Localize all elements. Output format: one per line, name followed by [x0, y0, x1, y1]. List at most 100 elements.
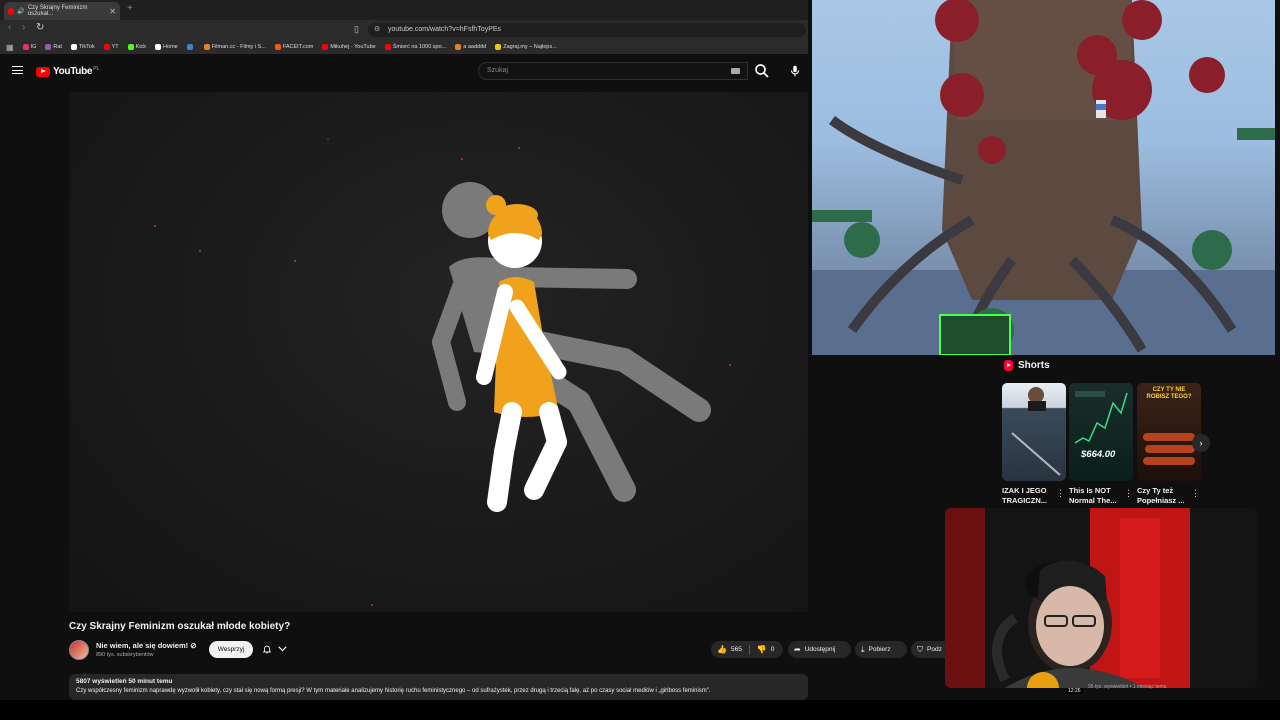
download-button[interactable]: ⤓ Pobierz: [855, 641, 907, 658]
shorts-next-icon[interactable]: ›: [1192, 434, 1210, 452]
new-tab-icon[interactable]: +: [127, 3, 133, 14]
dislike-icon[interactable]: 👎: [757, 645, 767, 654]
more-vert-icon[interactable]: ⋮: [1124, 488, 1133, 499]
support-button[interactable]: Wesprzyj: [209, 641, 253, 658]
short-thumbnail[interactable]: $664.00: [1069, 383, 1133, 481]
short-art: [1074, 391, 1128, 444]
bookmark-favicon-icon: [274, 44, 281, 50]
thanks-icon: ⛉: [917, 644, 923, 654]
video-title: Czy Skrajny Feminizm oszukał młode kobie…: [69, 621, 291, 632]
keyboard-icon[interactable]: [731, 68, 740, 74]
bookmark-label: a aadddd: [463, 44, 487, 50]
bell-icon[interactable]: [262, 643, 272, 655]
video-duration-badge: 12:26: [1066, 688, 1083, 694]
description-box[interactable]: [69, 674, 808, 700]
short-thumbnail[interactable]: [1002, 383, 1066, 481]
bookmark-item[interactable]: [186, 44, 195, 50]
bookmark-label: Śmierć na 1000 spo...: [392, 44, 447, 50]
browser-tab-bar: [0, 0, 808, 20]
logo-region: PL: [93, 65, 100, 72]
bookmark-item[interactable]: Filman.cc - Filmy i S...: [203, 44, 266, 50]
bookmark-label: Mikuhej - YouTube: [330, 44, 376, 50]
more-vert-icon[interactable]: ⋮: [1191, 488, 1200, 499]
close-tab-icon[interactable]: ✕: [109, 7, 116, 16]
share-icon: ➦: [794, 645, 801, 654]
short-title[interactable]: This Is NOT Normal The...: [1069, 486, 1125, 506]
bookmark-favicon-icon: [384, 44, 391, 50]
bookmark-favicon-icon: [186, 44, 193, 50]
bookmark-item[interactable]: Mikuhej - YouTube: [322, 44, 376, 50]
video-player[interactable]: [69, 92, 808, 612]
bookmark-favicon-icon: [495, 44, 502, 50]
dislike-count[interactable]: 0: [771, 646, 775, 653]
audio-icon: 🔊: [17, 8, 25, 15]
youtube-play-logo-icon: [36, 66, 50, 77]
bookmark-item[interactable]: YT: [103, 44, 119, 50]
bookmark-label: IG: [30, 44, 37, 50]
bookmark-label: TikTok: [78, 44, 95, 50]
share-button[interactable]: ➦ Udostępnij: [788, 641, 851, 658]
short-overlay-text: $664.00: [1081, 449, 1116, 460]
download-icon: ⤓: [861, 644, 865, 654]
like-dislike-group: 👍 565 👎 0: [711, 641, 783, 658]
bookmark-star-icon[interactable]: ▯: [354, 24, 359, 35]
bookmark-label: Home: [163, 44, 178, 50]
browser-tab[interactable]: 🔊 Czy Skrajny Feminizm oszukał... ✕: [4, 2, 120, 20]
menu-icon[interactable]: [12, 66, 23, 74]
channel-avatar[interactable]: [69, 640, 89, 660]
bookmark-item[interactable]: TikTok: [70, 44, 95, 50]
bottom-bar: [0, 700, 1280, 720]
bookmark-item[interactable]: Home: [155, 44, 178, 50]
bookmark-favicon-icon: [455, 44, 462, 50]
bookmark-item[interactable]: a aadddd: [455, 44, 486, 50]
bookmark-label: Zagraj.my – Najleps...: [503, 44, 557, 50]
bookmark-label: FACEIT.com: [282, 44, 314, 50]
youtube-favicon-icon: [8, 7, 15, 15]
bookmark-item[interactable]: IG: [22, 44, 37, 50]
subscriber-count: 890 tys. subskrybentów: [96, 652, 154, 658]
more-vert-icon[interactable]: ⋮: [1056, 488, 1065, 499]
thanks-label: Podz: [927, 646, 942, 653]
forward-icon[interactable]: ›: [22, 22, 25, 33]
webcam-overlay: [945, 508, 1257, 688]
like-count[interactable]: 565: [731, 646, 742, 653]
youtube-logo[interactable]: YouTube PL: [36, 66, 99, 77]
short-art: [1011, 387, 1061, 476]
bookmark-item[interactable]: FACEIT.com: [274, 44, 314, 50]
bookmark-item[interactable]: Śmierć na 1000 spo...: [384, 44, 447, 50]
short-thumbnail[interactable]: CZY TY NIE ROBISZ TEGO?: [1137, 383, 1201, 481]
thanks-button[interactable]: ⛉ Podz: [911, 641, 945, 658]
bookmark-label: Kick: [135, 44, 147, 50]
bookmark-favicon-icon: [322, 44, 329, 50]
site-info-icon[interactable]: ⚙: [374, 25, 380, 33]
bookmark-item[interactable]: Zagraj.my – Najleps...: [495, 44, 557, 50]
bookmarks-bar: ▦ IG Rat TikTok YT Kick Home Filman.cc - Filmy…: [0, 40, 808, 54]
back-icon[interactable]: ‹: [8, 22, 11, 33]
view-count-date: 5807 wyświetleń 50 minut temu: [76, 678, 173, 685]
microphone-icon[interactable]: [788, 63, 802, 79]
game-capture-overlay: [812, 0, 1275, 355]
shorts-heading: Shorts: [1018, 360, 1050, 371]
bookmark-item[interactable]: Kick: [127, 44, 147, 50]
short-title[interactable]: IZAK I JEGO TRAGICZN...: [1002, 486, 1058, 506]
like-icon[interactable]: 👍: [717, 645, 727, 654]
bookmark-favicon-icon: [70, 44, 77, 50]
channel-name[interactable]: Nie wiem, ale się dowiem! ⊘: [96, 641, 197, 650]
bookmark-item[interactable]: Rat: [45, 44, 62, 50]
bookmark-favicon-icon: [103, 44, 110, 50]
reload-icon[interactable]: ↻: [36, 22, 44, 33]
chevron-down-icon[interactable]: [278, 646, 287, 652]
bookmark-label: Filman.cc - Filmy i S...: [211, 44, 266, 50]
search-input[interactable]: Szukaj: [478, 62, 748, 80]
shorts-shelf-header: Shorts: [1004, 360, 1050, 371]
webcam-feed: [945, 508, 1257, 688]
bookmark-favicon-icon: [22, 44, 29, 50]
apps-grid-icon[interactable]: ▦: [6, 43, 14, 52]
video-description: Czy współczesny feminizm naprawdę wyzwol…: [76, 688, 711, 694]
short-title[interactable]: Czy Ty też Popełniasz ...: [1137, 486, 1193, 506]
tab-title: Czy Skrajny Feminizm oszukał...: [27, 5, 88, 17]
address-bar[interactable]: youtube.com/watch?v=hFsfhToyPEs: [368, 23, 806, 37]
divider: [748, 644, 750, 655]
bookmark-favicon-icon: [155, 44, 162, 50]
search-icon[interactable]: [753, 62, 771, 80]
